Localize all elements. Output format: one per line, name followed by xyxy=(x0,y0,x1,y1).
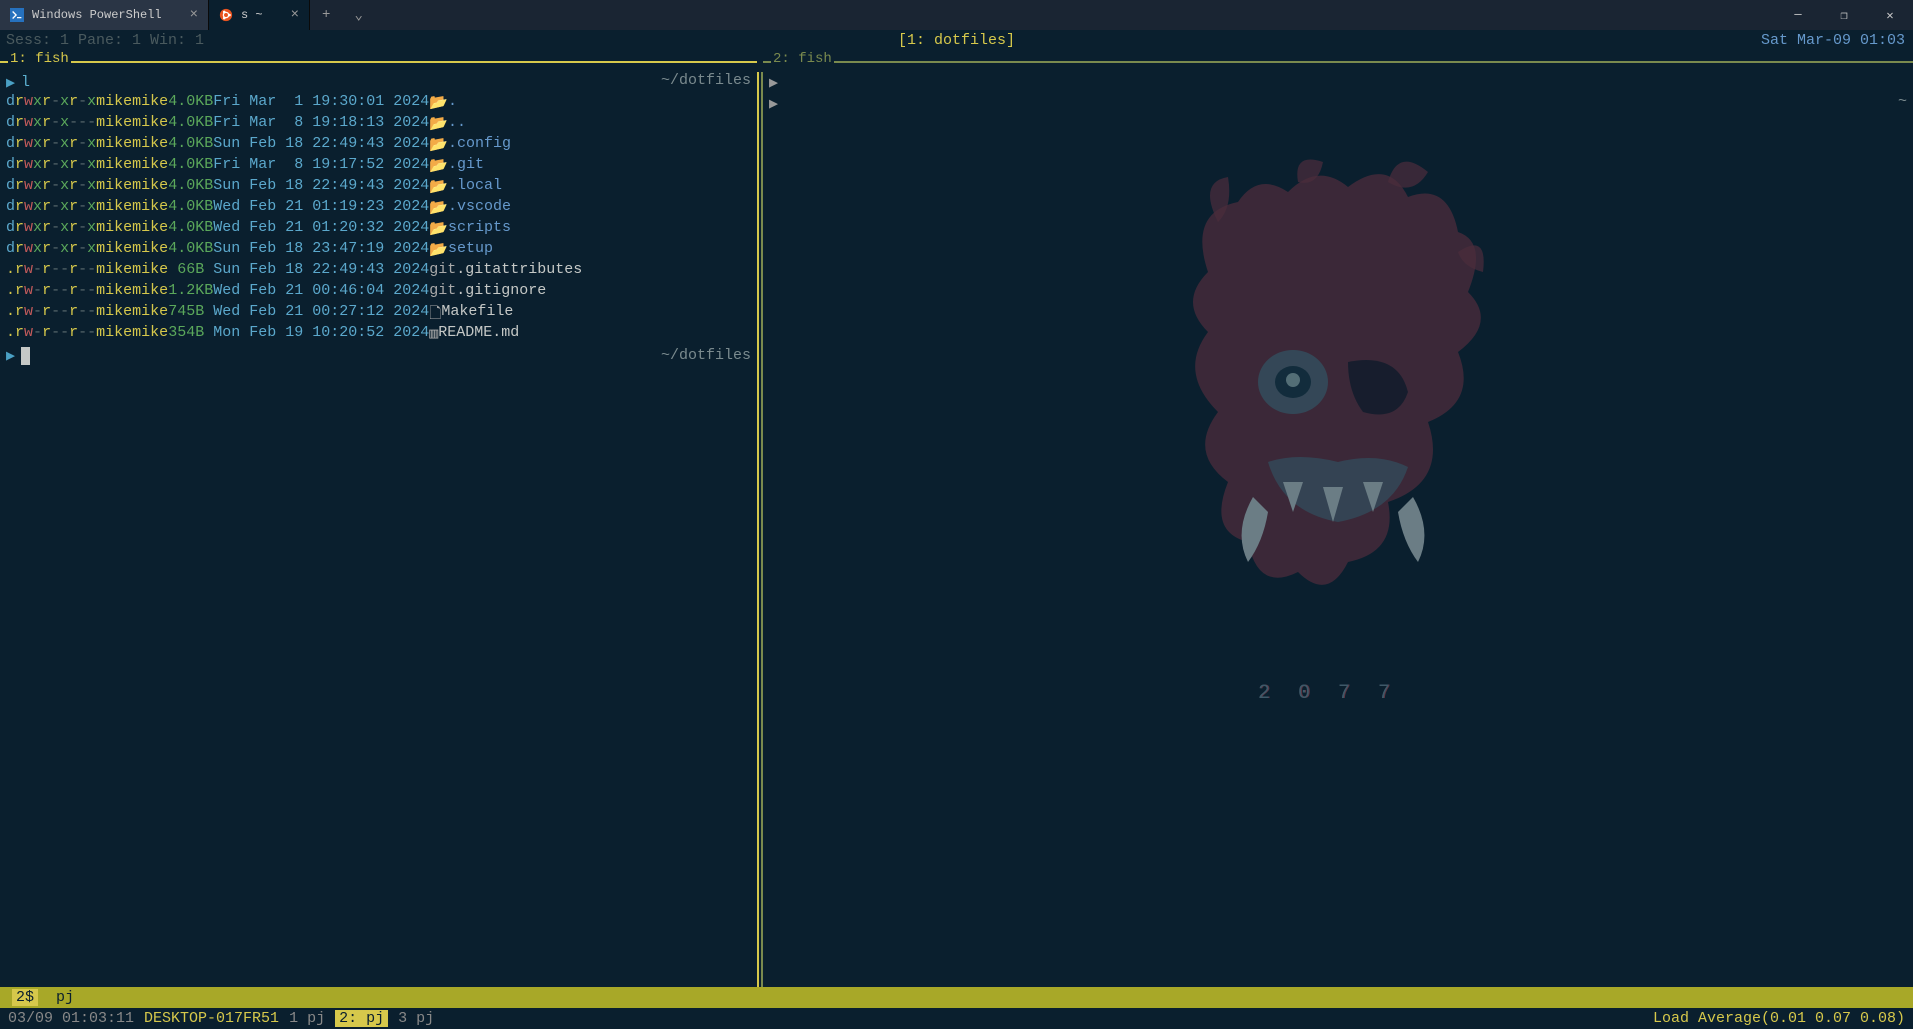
panes-container: ▶ l ~/dotfiles drwxr-xr-x mike mike 4.0 … xyxy=(0,72,1913,987)
ls-row: drwxr-xr-x mike mike 4.0 KB Fri Mar 1 19… xyxy=(6,93,751,114)
tab-dropdown-button[interactable]: ⌄ xyxy=(342,0,374,30)
powershell-icon xyxy=(10,8,24,22)
pane-left[interactable]: ▶ l ~/dotfiles drwxr-xr-x mike mike 4.0 … xyxy=(0,72,757,987)
status-window[interactable]: 1 pj xyxy=(289,1010,325,1027)
tab-label: Windows PowerShell xyxy=(32,8,162,22)
maximize-button[interactable]: ❐ xyxy=(1821,0,1867,30)
ls-row: drwxr-xr-x mike mike 4.0 KB Wed Feb 21 0… xyxy=(6,219,751,240)
status-window[interactable]: 3 pj xyxy=(398,1010,434,1027)
tmux-clock: Sat Mar-09 01:03 xyxy=(1761,30,1905,51)
prompt-icon: ▶ xyxy=(6,73,15,92)
tmux-status-top: Sess: 1 Pane: 1 Win: 1 [1: dotfiles] Sat… xyxy=(0,30,1913,51)
path-label: ~/dotfiles xyxy=(661,347,751,364)
pane1-label: 1: fish xyxy=(8,51,71,67)
screen-cmd: pj xyxy=(56,989,74,1006)
tab-powershell[interactable]: Windows PowerShell × xyxy=(0,0,209,30)
close-icon[interactable]: × xyxy=(291,7,299,23)
ls-row: .rw-r--r-- mike mike 66 B Sun Feb 18 22:… xyxy=(6,261,751,282)
background-art-icon xyxy=(1148,152,1528,632)
prompt-line-right: ▶ xyxy=(769,72,1907,93)
window-controls: ─ ❐ ✕ xyxy=(1775,0,1913,30)
ls-row: drwxr-xr-x mike mike 4.0 KB Fri Mar 8 19… xyxy=(6,156,751,177)
prompt-line-2[interactable]: ▶ ~/dotfiles xyxy=(6,345,751,366)
background-year-text: 2077 xyxy=(1258,682,1418,705)
close-button[interactable]: ✕ xyxy=(1867,0,1913,30)
tab-strip: Windows PowerShell × s ~ × + ⌄ xyxy=(0,0,375,30)
prompt-command: l xyxy=(21,74,30,91)
status-time: 03/09 01:03:11 xyxy=(8,1010,134,1027)
screen-number: 2$ xyxy=(12,989,38,1006)
ls-row: drwxr-xr-x mike mike 4.0 KB Sun Feb 18 2… xyxy=(6,135,751,156)
prompt-line-right-2: ▶ xyxy=(769,93,1907,114)
prompt-icon: ▶ xyxy=(6,346,15,365)
close-icon[interactable]: × xyxy=(190,7,198,23)
prompt-icon: ▶ xyxy=(769,94,778,113)
ls-row: .rw-r--r-- mike mike 354 B Mon Feb 19 10… xyxy=(6,324,751,345)
cursor xyxy=(21,347,30,365)
tab-label: s ~ xyxy=(241,8,263,22)
minimize-button[interactable]: ─ xyxy=(1775,0,1821,30)
status-hostname: DESKTOP-017FR51 xyxy=(144,1010,279,1027)
tab-ubuntu[interactable]: s ~ × xyxy=(209,0,310,30)
pane-titles: 1: fish 2: fish xyxy=(0,51,1913,72)
tmux-window-title: [1: dotfiles] xyxy=(896,30,1017,51)
path-tilde: ~ xyxy=(1898,93,1907,110)
pane2-label: 2: fish xyxy=(771,51,834,67)
ls-row: drwxr-xr-x mike mike 4.0 KB Wed Feb 21 0… xyxy=(6,198,751,219)
prompt-icon: ▶ xyxy=(769,73,778,92)
ls-row: .rw-r--r-- mike mike 1.2 KB Wed Feb 21 0… xyxy=(6,282,751,303)
ls-output: drwxr-xr-x mike mike 4.0 KB Fri Mar 1 19… xyxy=(6,93,751,345)
status-load: Load Average(0.01 0.07 0.08) xyxy=(1653,1010,1905,1027)
window-titlebar: Windows PowerShell × s ~ × + ⌄ ─ ❐ ✕ xyxy=(0,0,1913,30)
tmux-session-info: Sess: 1 Pane: 1 Win: 1 xyxy=(0,30,204,51)
screen-bar: 2$ pj xyxy=(0,987,1913,1008)
ls-row: drwxr-x--- mike mike 4.0 KB Fri Mar 8 19… xyxy=(6,114,751,135)
ls-row: .rw-r--r-- mike mike 745 B Wed Feb 21 00… xyxy=(6,303,751,324)
ubuntu-icon xyxy=(219,8,233,22)
new-tab-button[interactable]: + xyxy=(310,0,342,30)
tmux-status-bottom: 03/09 01:03:11 DESKTOP-017FR51 1 pj 2: pj… xyxy=(0,1008,1913,1029)
ls-row: drwxr-xr-x mike mike 4.0 KB Sun Feb 18 2… xyxy=(6,177,751,198)
pane-right[interactable]: ▶ ▶ ~ 2077 xyxy=(763,72,1913,987)
prompt-line: ▶ l ~/dotfiles xyxy=(6,72,751,93)
path-label: ~/dotfiles xyxy=(661,72,751,89)
status-window[interactable]: 2: pj xyxy=(335,1010,388,1027)
ls-row: drwxr-xr-x mike mike 4.0 KB Sun Feb 18 2… xyxy=(6,240,751,261)
